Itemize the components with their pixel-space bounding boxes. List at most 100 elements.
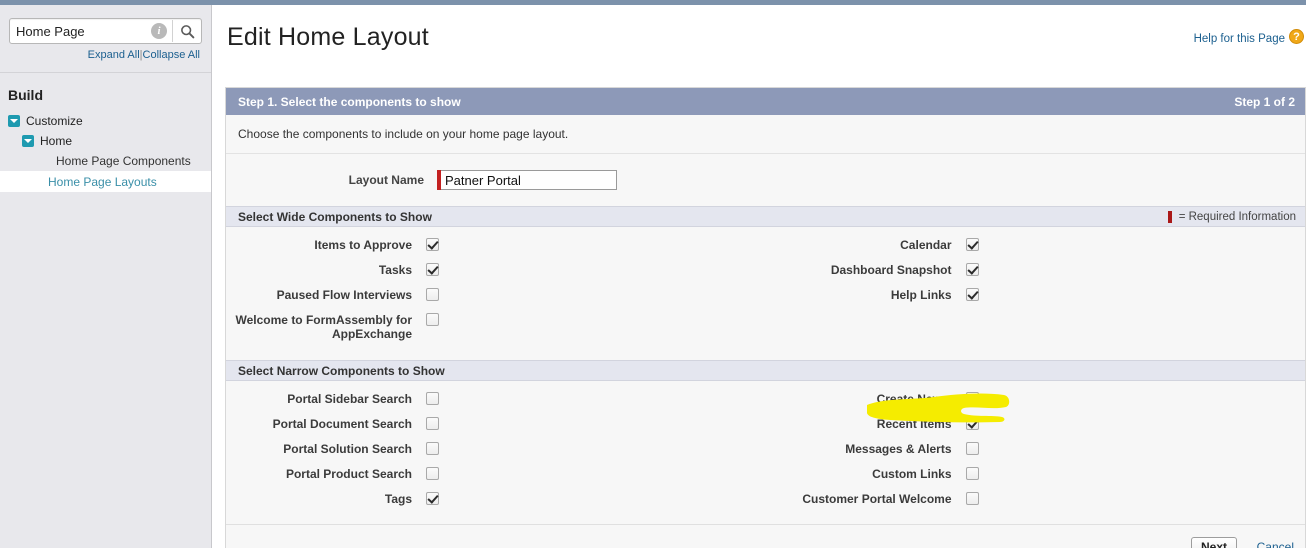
component-row: Welcome to FormAssembly for AppExchange <box>226 312 766 352</box>
main-content: Edit Home Layout Help for this Page ? St… <box>213 5 1306 548</box>
component-checkbox[interactable] <box>426 313 439 326</box>
component-checkbox[interactable] <box>965 442 979 455</box>
component-label: Tasks <box>378 263 412 277</box>
search-input[interactable] <box>10 20 151 42</box>
step-instructions: Choose the components to include on your… <box>226 115 1305 154</box>
wide-components-left-column: Items to Approve Tasks Paused Flow Intervi… <box>226 227 766 360</box>
sidebar-item-home-page-layouts[interactable]: Home Page Layouts <box>0 171 211 192</box>
help-question-icon[interactable]: ? <box>1289 29 1304 44</box>
component-checkbox[interactable] <box>426 417 439 430</box>
component-checkbox[interactable] <box>426 288 439 301</box>
sidebar-item-label: Customize <box>26 114 83 128</box>
component-label: Items to Approve <box>314 238 412 252</box>
component-label: Welcome to FormAssembly for AppExchange <box>235 313 412 341</box>
component-label: Customer Portal Welcome <box>802 492 952 506</box>
layout-name-row: Layout Name <box>226 154 1305 206</box>
component-label: Paused Flow Interviews <box>276 288 412 302</box>
component-label: Calendar <box>900 238 952 252</box>
component-checkbox[interactable] <box>426 492 439 505</box>
wizard-panel: Step 1. Select the components to show St… <box>225 87 1306 548</box>
setup-tree: Customize Home Home Page Components Home Pa… <box>0 111 211 192</box>
component-row: Portal Solution Search <box>226 441 766 466</box>
wide-section-title: Select Wide Components to Show <box>238 209 432 224</box>
next-button[interactable]: Next <box>1190 537 1237 548</box>
component-checkbox[interactable] <box>965 467 979 480</box>
wide-components-section-header: Select Wide Components to Show = Require… <box>226 206 1305 227</box>
component-row: Tags <box>226 491 766 516</box>
narrow-section-title: Select Narrow Components to Show <box>238 363 445 378</box>
narrow-components-columns: Portal Sidebar Search Portal Document Sea… <box>226 381 1305 524</box>
sidebar-divider <box>0 72 211 73</box>
expand-collapse-links: Expand All|Collapse All <box>0 49 200 61</box>
chevron-down-icon[interactable] <box>22 135 34 147</box>
component-row: Portal Product Search <box>226 466 766 491</box>
sidebar-item-home[interactable]: Home <box>0 131 211 151</box>
component-label: Portal Sidebar Search <box>287 392 412 406</box>
component-row: Customer Portal Welcome <box>766 491 1306 516</box>
expand-all-link[interactable]: Expand All <box>88 49 140 61</box>
component-checkbox[interactable] <box>965 238 979 251</box>
step-title: Step 1. Select the components to show <box>238 94 461 109</box>
sidebar-item-label: Home Page Layouts <box>48 174 157 189</box>
required-information-note: = Required Information <box>1167 210 1296 223</box>
setup-sidebar: i Expand All|Collapse All Build Customiz… <box>0 5 212 548</box>
page-title: Edit Home Layout <box>227 23 429 51</box>
sidebar-item-home-page-components[interactable]: Home Page Components <box>0 151 211 171</box>
component-checkbox[interactable] <box>426 238 439 251</box>
component-label: Dashboard Snapshot <box>830 263 952 277</box>
sidebar-item-label: Home <box>40 134 73 148</box>
component-row: Dashboard Snapshot <box>766 262 1306 287</box>
component-label: Portal Solution Search <box>283 442 412 456</box>
sidebar-section-build: Build <box>8 87 43 103</box>
collapse-all-link[interactable]: Collapse All <box>143 49 200 61</box>
required-legend-text: = Required Information <box>1178 210 1296 223</box>
component-checkbox[interactable] <box>965 263 979 276</box>
layout-name-label: Layout Name <box>348 173 424 187</box>
component-row: Calendar <box>766 237 1306 262</box>
component-label: Create New... <box>876 392 952 406</box>
sidebar-search-box[interactable]: i <box>9 18 202 44</box>
layout-name-input[interactable] <box>441 170 617 190</box>
component-label: Help Links <box>890 288 952 302</box>
component-row: Help Links <box>766 287 1306 312</box>
component-label: Recent Items <box>876 417 952 431</box>
component-checkbox[interactable] <box>426 263 439 276</box>
narrow-components-left-column: Portal Sidebar Search Portal Document Sea… <box>226 381 766 524</box>
component-row: Create New... <box>766 391 1306 416</box>
component-row: Custom Links <box>766 466 1306 491</box>
component-row: Paused Flow Interviews <box>226 287 766 312</box>
component-row: Portal Sidebar Search <box>226 391 766 416</box>
wide-components-columns: Items to Approve Tasks Paused Flow Intervi… <box>226 227 1305 360</box>
info-icon[interactable]: i <box>151 23 167 39</box>
wizard-footer: Next Cancel <box>226 524 1305 548</box>
component-row: Recent Items <box>766 416 1306 441</box>
component-row: Tasks <box>226 262 766 287</box>
help-for-this-page-link[interactable]: Help for this Page <box>1194 33 1285 45</box>
cancel-link[interactable]: Cancel <box>1257 540 1294 548</box>
narrow-components-right-column: Create New... Recent Items Messages & Aler… <box>766 381 1306 524</box>
step-header-bar: Step 1. Select the components to show St… <box>226 88 1305 115</box>
search-icon <box>180 24 194 38</box>
component-row: Messages & Alerts <box>766 441 1306 466</box>
component-label: Custom Links <box>872 467 952 481</box>
sidebar-item-customize[interactable]: Customize <box>0 111 211 131</box>
component-checkbox[interactable] <box>965 417 979 430</box>
component-checkbox[interactable] <box>426 442 439 455</box>
sidebar-item-label: Home Page Components <box>56 154 191 168</box>
component-row: Portal Document Search <box>226 416 766 441</box>
required-legend-chip <box>1167 210 1172 223</box>
component-checkbox[interactable] <box>426 467 439 480</box>
narrow-components-section-header: Select Narrow Components to Show <box>226 360 1305 381</box>
wide-components-right-column: Calendar Dashboard Snapshot Help Links <box>766 227 1306 360</box>
step-counter: Step 1 of 2 <box>1234 94 1295 109</box>
component-checkbox[interactable] <box>965 392 979 405</box>
component-checkbox[interactable] <box>965 492 979 505</box>
component-label: Messages & Alerts <box>845 442 952 456</box>
component-row: Items to Approve <box>226 237 766 262</box>
component-label: Portal Product Search <box>285 467 412 481</box>
chevron-down-icon[interactable] <box>8 115 20 127</box>
component-label: Portal Document Search <box>272 417 412 431</box>
component-checkbox[interactable] <box>965 288 979 301</box>
search-button[interactable] <box>173 19 201 43</box>
component-checkbox[interactable] <box>426 392 439 405</box>
